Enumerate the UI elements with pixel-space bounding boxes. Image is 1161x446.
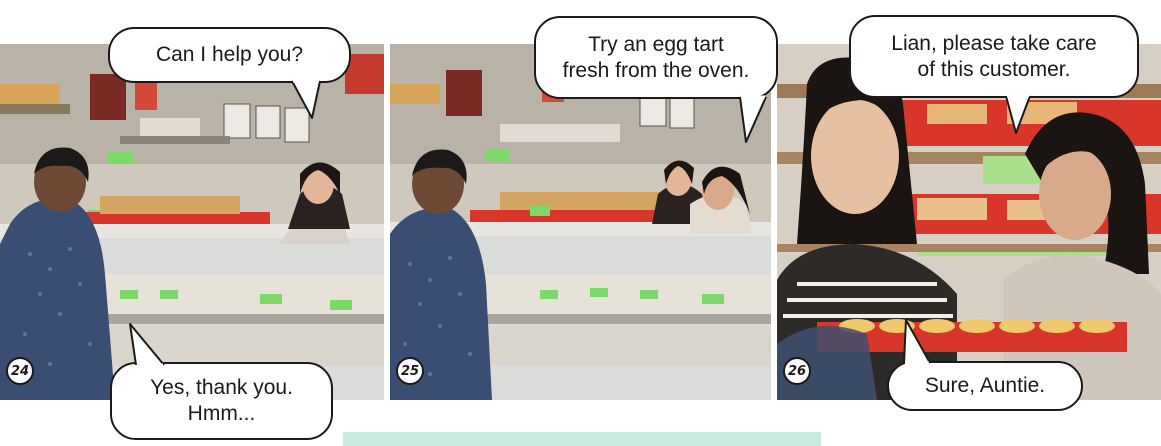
speech-bubble-text: Yes, thank you. Hmm... (150, 376, 293, 425)
speech-bubble-text: Lian, please take care of this customer. (891, 31, 1097, 81)
speech-bubble-tail (739, 95, 767, 143)
speech-bubble-tail (291, 79, 321, 119)
panel-number-badge: 25 (396, 357, 424, 385)
speech-bubble-lian: Sure, Auntie. (887, 361, 1083, 411)
speech-bubble-customer: Yes, thank you. Hmm... (110, 362, 333, 440)
speech-bubble-tail (129, 323, 165, 367)
speech-bubble-text: Try an egg tart fresh from the oven. (562, 32, 750, 82)
speech-bubble-text: Can I help you? (155, 43, 304, 66)
accent-divider-bar (343, 432, 821, 446)
speech-bubble-tail (903, 319, 931, 365)
speech-bubble-clerk: Try an egg tart fresh from the oven. (534, 16, 778, 99)
speech-bubble-text: Sure, Auntie. (924, 374, 1046, 397)
panel-number-badge: 24 (6, 357, 34, 385)
speech-bubble-clerk: Can I help you? (108, 27, 351, 83)
panel-number-badge: 26 (783, 357, 811, 385)
speech-bubble-auntie: Lian, please take care of this customer. (849, 15, 1139, 98)
speech-bubble-tail (1005, 94, 1031, 134)
